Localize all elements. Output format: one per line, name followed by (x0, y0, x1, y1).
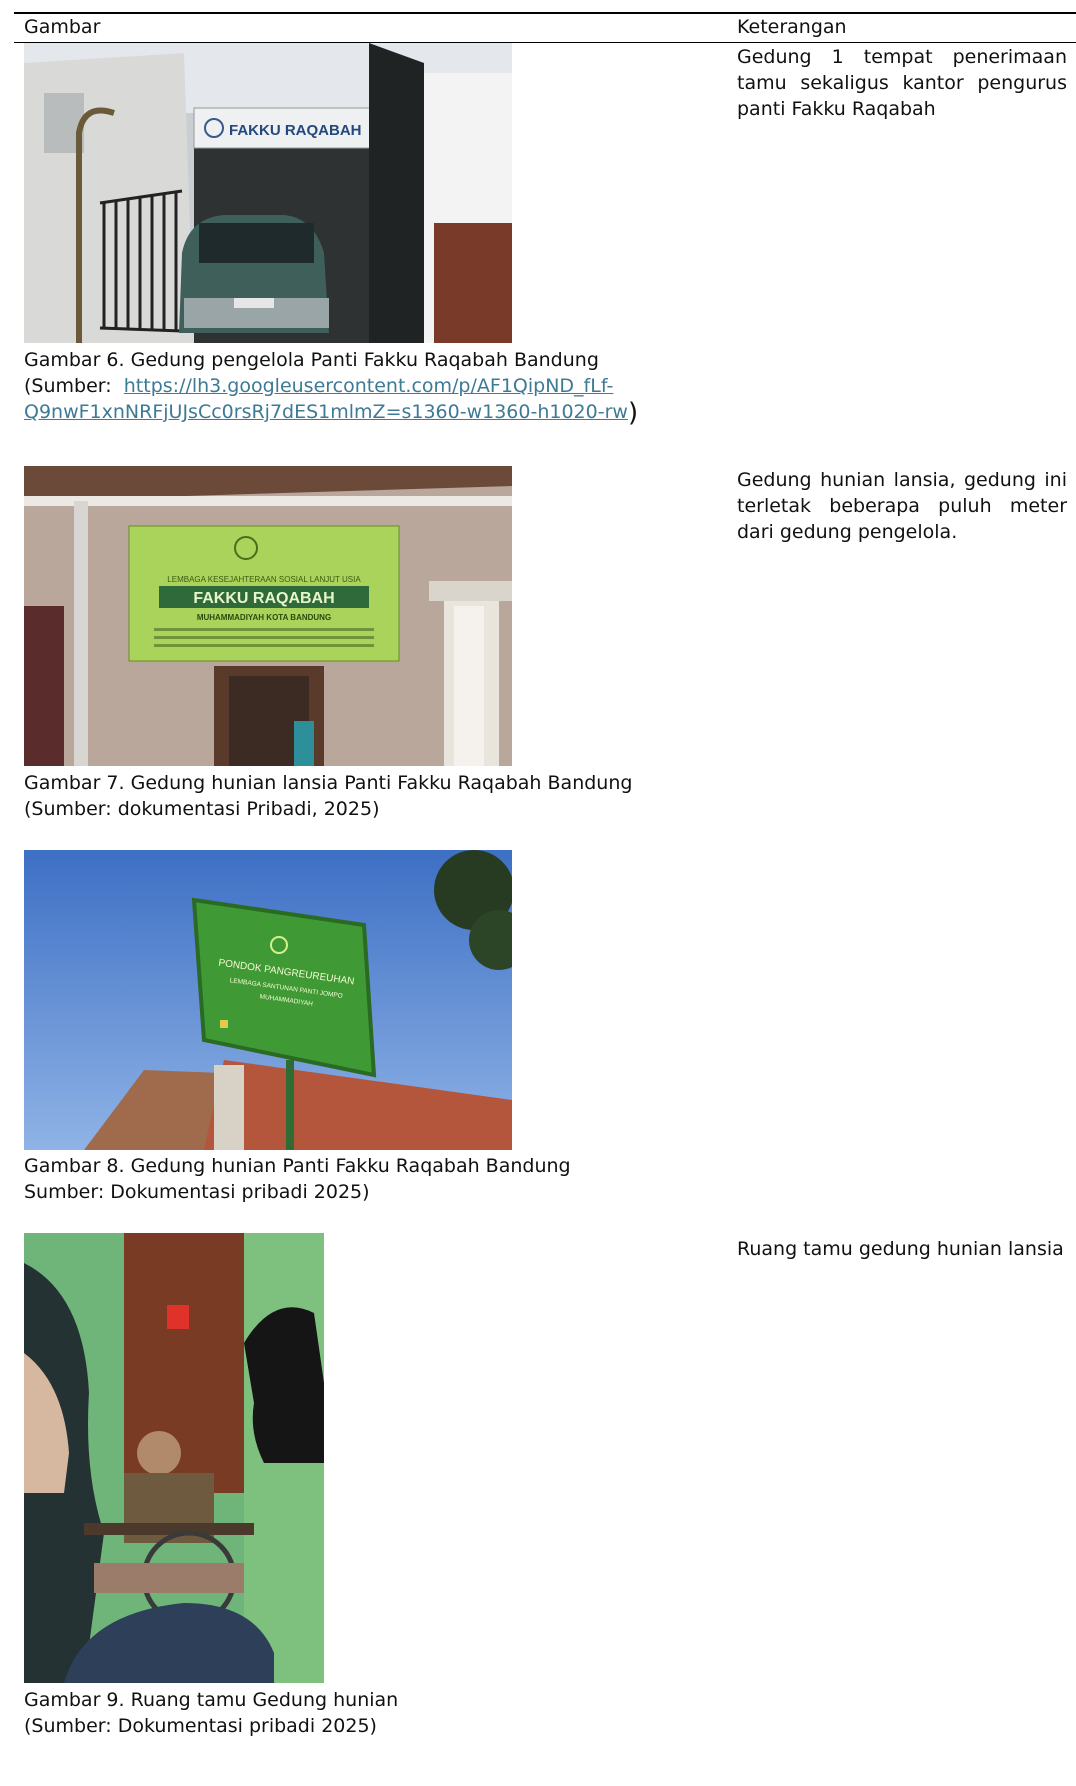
photo-sign-text: FAKKU RAQABAH (229, 122, 362, 139)
caption-source: (Sumber: Dokumentasi pribadi 2025) (24, 1715, 377, 1737)
caption-source: Sumber: Dokumentasi pribadi 2025) (24, 1181, 370, 1203)
caption-figure-6: Gambar 6. Gedung pengelola Panti Fakku R… (24, 347, 664, 426)
caption-source-line-2: Q9nwF1xnNRFjUJsCc0rsRj7dES1mlmZ=s1360-w1… (24, 399, 664, 426)
caption-source: (Sumber: dokumentasi Pribadi, 2025) (24, 798, 380, 820)
caption-figure-8: Gambar 8. Gedung hunian Panti Fakku Raqa… (24, 1153, 664, 1205)
caption-title: Gambar 6. Gedung pengelola Panti Fakku R… (24, 349, 599, 371)
caption-title: Gambar 9. Ruang tamu Gedung hunian (24, 1689, 399, 1711)
table-top-rule (14, 12, 1076, 14)
photo-elderly-residence: LEMBAGA KESEJAHTERAAN SOSIAL LANJUT USIA… (24, 466, 512, 766)
photo-management-building: FAKKU RAQABAH (24, 43, 512, 343)
source-link-continued[interactable]: Q9nwF1xnNRFjUJsCc0rsRj7dES1mlmZ=s1360-w1… (24, 401, 628, 423)
caption-title: Gambar 7. Gedung hunian lansia Panti Fak… (24, 772, 633, 794)
caption-title: Gambar 8. Gedung hunian Panti Fakku Raqa… (24, 1155, 571, 1177)
column-header-description: Keterangan (737, 16, 847, 38)
description-figure-6: Gedung 1 tempat penerimaan tamu sekaligu… (737, 46, 1067, 120)
column-header-image: Gambar (24, 16, 101, 38)
caption-source-prefix: (Sumber: (24, 375, 112, 397)
description-figure-7: Gedung hunian lansia, gedung ini terleta… (737, 469, 1067, 543)
caption-figure-7: Gambar 7. Gedung hunian lansia Panti Fak… (24, 770, 664, 822)
photo-living-room (24, 1233, 324, 1683)
photo-sign-text-line-1: LEMBAGA KESEJAHTERAAN SOSIAL LANJUT USIA (167, 575, 361, 584)
caption-source-line: (Sumber: https://lh3.googleusercontent.c… (24, 373, 664, 399)
source-link[interactable]: https://lh3.googleusercontent.com/p/AF1Q… (124, 375, 614, 397)
photo-sign-text-line-2: FAKKU RAQABAH (193, 590, 334, 607)
photo-residence-sign: PONDOK PANGREUREUHAN LEMBAGA SANTUNAN PA… (24, 850, 512, 1150)
caption-figure-9: Gambar 9. Ruang tamu Gedung hunian (Sumb… (24, 1687, 664, 1739)
description-figure-9: Ruang tamu gedung hunian lansia (737, 1238, 1064, 1260)
caption-source-close: ) (627, 398, 639, 428)
photo-sign-text-line-3: MUHAMMADIYAH KOTA BANDUNG (197, 613, 331, 622)
